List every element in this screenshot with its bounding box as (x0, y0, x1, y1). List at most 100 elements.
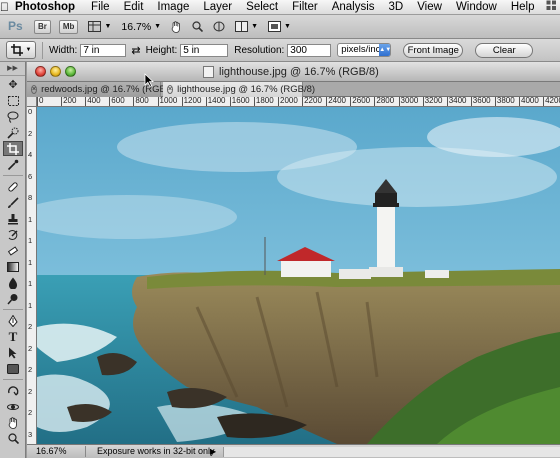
divider (3, 379, 23, 380)
menu-edit[interactable]: Edit (117, 1, 151, 13)
zoom-tool-button[interactable] (192, 20, 204, 34)
height-field[interactable]: 5 in (180, 43, 229, 57)
launch-mini-bridge-button[interactable]: Mb (58, 19, 79, 34)
close-tab-icon[interactable]: × (31, 85, 38, 94)
marquee-tool-icon[interactable] (3, 93, 23, 108)
chevron-down-icon: ▼ (104, 23, 112, 30)
chevron-down-icon: ▼ (284, 23, 291, 30)
vertical-ruler[interactable]: 0 2 4 6 8 1 1 1 1 1 2 2 2 2 2 3 (27, 107, 37, 444)
history-brush-tool-icon[interactable] (3, 227, 23, 242)
chevron-down-icon: ▼ (154, 23, 162, 30)
close-window-button[interactable] (35, 66, 46, 77)
clear-button[interactable]: Clear (475, 42, 534, 58)
ruler-label: 3200 (424, 97, 443, 105)
chevron-updown-icon: ▲▼ (379, 44, 391, 56)
menu-select[interactable]: Select (239, 1, 285, 13)
menu-view[interactable]: View (410, 1, 449, 13)
ruler-origin[interactable] (27, 97, 37, 107)
lasso-tool-icon[interactable] (3, 109, 23, 124)
ruler-label: 400 (87, 97, 101, 105)
tab-redwoods[interactable]: × redwoods.jpg @ 16.7% (RGB/8) (27, 82, 177, 97)
menu-file[interactable]: File (84, 1, 117, 13)
ruler-label: 2400 (328, 97, 346, 105)
rotate-view-button[interactable] (213, 20, 225, 34)
ruler-label: 6 (28, 171, 33, 181)
image-canvas[interactable] (37, 107, 560, 444)
blur-tool-icon[interactable] (3, 275, 23, 290)
ruler-label: 3000 (400, 97, 419, 105)
ruler-tick (446, 97, 448, 106)
ruler-label: 1400 (207, 97, 226, 105)
ruler-tick (470, 97, 472, 106)
screen-mode-menu[interactable]: ▼ (268, 20, 291, 34)
menu-photoshop[interactable]: Photoshop (9, 1, 84, 13)
minimize-window-button[interactable] (50, 66, 61, 77)
document-title-bar[interactable]: lighthouse.jpg @ 16.7% (RGB/8) (27, 62, 560, 82)
status-menu-arrow-icon[interactable]: ▶ (210, 446, 216, 457)
ruler-tick (326, 97, 328, 106)
panel-collapse-icon[interactable]: ▶▶ (0, 62, 25, 76)
pen-tool-icon[interactable] (3, 313, 23, 328)
eyedropper-tool-icon[interactable] (3, 157, 23, 172)
photoshop-logo: Ps (8, 18, 23, 33)
menu-window[interactable]: Window (449, 1, 504, 13)
document-proxy-icon[interactable] (203, 66, 214, 78)
close-tab-icon[interactable]: × (167, 85, 174, 94)
resolution-units-select[interactable]: pixels/inch ▲▼ (337, 43, 392, 57)
gradient-tool-icon[interactable] (3, 259, 23, 274)
type-tool-icon[interactable]: T (3, 329, 23, 344)
ruler-tick (229, 97, 231, 106)
menu-help[interactable]: Help (504, 1, 542, 13)
menu-3d[interactable]: 3D (382, 1, 411, 13)
application-bar: Ps Br Mb ▼ 16.7% ▼ ▼ ▼ (0, 15, 560, 39)
apple-logo-icon[interactable]:  (0, 0, 9, 14)
zoom-tool-icon[interactable] (3, 431, 23, 446)
spaces-icon[interactable] (542, 0, 560, 14)
ruler-label: 2000 (280, 97, 298, 105)
tab-lighthouse[interactable]: × lighthouse.jpg @ 16.7% (RGB/8) (163, 82, 315, 97)
menu-layer[interactable]: Layer (196, 1, 239, 13)
menu-image[interactable]: Image (150, 1, 196, 13)
ruler-label: 1 (28, 300, 33, 310)
hand-tool-button[interactable] (171, 20, 182, 34)
zoom-level-menu[interactable]: 16.7% ▼ (121, 20, 161, 34)
swap-dimensions-icon[interactable]: ⇄ (131, 44, 140, 57)
brush-tool-icon[interactable] (3, 195, 23, 210)
divider (3, 175, 23, 176)
photoshop-screen:  Photoshop File Edit Image Layer Select… (0, 0, 560, 458)
horizontal-ruler[interactable]: 0 200 400 600 800 1000 1200 1400 1600 1800 2000 220… (37, 97, 560, 107)
ruler-label: 4 (28, 150, 33, 159)
ruler-label: 1800 (255, 97, 274, 105)
horizontal-scrollbar[interactable] (223, 447, 560, 457)
tab-label: lighthouse.jpg @ 16.7% (RGB/8) (177, 84, 316, 95)
ruler-tick (253, 97, 255, 106)
ruler-label: 0 (39, 97, 44, 105)
eraser-tool-icon[interactable] (3, 243, 23, 258)
launch-bridge-button[interactable]: Br (34, 19, 51, 34)
ruler-label: 1 (28, 236, 33, 245)
3d-rotate-tool-icon[interactable] (3, 383, 23, 398)
tool-preset-picker[interactable]: ▼ (6, 41, 36, 59)
front-image-button[interactable]: Front Image (403, 42, 464, 58)
resolution-field[interactable]: 300 (287, 43, 332, 57)
dodge-tool-icon[interactable] (3, 291, 23, 306)
menu-filter[interactable]: Filter (285, 1, 325, 13)
hand-tool-icon[interactable] (3, 415, 23, 430)
arrange-documents-menu[interactable]: ▼ (235, 20, 258, 34)
3d-orbit-tool-icon[interactable] (3, 399, 23, 414)
clone-stamp-tool-icon[interactable] (3, 211, 23, 226)
zoom-window-button[interactable] (65, 66, 76, 77)
ruler-tick (205, 97, 207, 106)
ruler-tick (37, 97, 38, 106)
view-extras-menu[interactable]: ▼ (88, 20, 111, 34)
quick-selection-tool-icon[interactable] (3, 125, 23, 140)
move-tool-icon[interactable]: ✥ (3, 77, 23, 92)
path-selection-tool-icon[interactable] (3, 345, 23, 360)
menu-analysis[interactable]: Analysis (325, 1, 382, 13)
width-field[interactable]: 7 in (80, 43, 127, 57)
status-zoom-field[interactable]: 16.67% (32, 446, 86, 457)
healing-brush-tool-icon[interactable] (3, 179, 23, 194)
ruler-label: 2 (28, 386, 33, 396)
crop-tool-icon[interactable] (3, 141, 23, 156)
shape-tool-icon[interactable] (3, 361, 23, 376)
